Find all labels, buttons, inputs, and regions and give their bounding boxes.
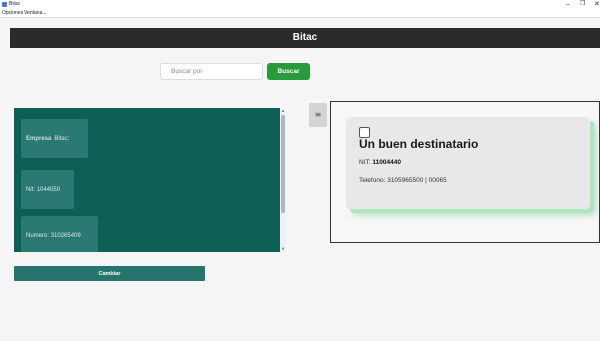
nit-value: 1044050 xyxy=(36,186,61,193)
numero-value: 310265409 xyxy=(50,232,81,239)
company-panel: Empresa Bitac: Nit: 1044050 Numero: 3102… xyxy=(14,108,280,252)
empresa-field[interactable]: Empresa Bitac: xyxy=(21,119,88,158)
nit-label: Nit xyxy=(26,186,34,193)
app-header: Bitac xyxy=(10,28,600,48)
empresa-label: Empresa xyxy=(26,135,52,142)
menu-opciones[interactable]: Opciones xyxy=(2,10,23,16)
menu-ventana[interactable]: Ventana... xyxy=(24,10,47,16)
nit-field[interactable]: Nit: 1044050 xyxy=(21,170,74,209)
recipient-nit: NIT: 11004440 xyxy=(359,159,401,166)
maximize-icon[interactable]: ❐ xyxy=(580,0,585,9)
recipient-phone-value: 3105965500 | 00065 xyxy=(387,177,447,184)
scroll-up-icon[interactable]: ▲ xyxy=(280,108,286,114)
recipient-title: Un buen destinatario xyxy=(359,137,479,151)
change-button[interactable]: Cambiar xyxy=(14,266,205,281)
menu-toggle-icon[interactable]: ≡ xyxy=(309,103,327,127)
title-bar: Bitac – ❐ ✕ xyxy=(0,0,600,9)
scroll-down-icon[interactable]: ▼ xyxy=(280,246,286,252)
search-input[interactable] xyxy=(160,63,263,80)
numero-label: Numero xyxy=(26,232,48,239)
window-title: Bitac xyxy=(9,1,21,7)
recipient-nit-value: 11004440 xyxy=(372,159,401,166)
minimize-icon[interactable]: – xyxy=(566,0,570,9)
numero-field[interactable]: Numero: 310265409 xyxy=(21,216,98,252)
app-icon xyxy=(2,2,7,7)
empresa-value: Bitac xyxy=(54,135,68,142)
search-button[interactable]: Buscar xyxy=(267,63,310,80)
scroll-thumb[interactable] xyxy=(281,115,285,213)
menu-bar: Opciones Ventana... xyxy=(0,9,600,18)
recipient-phone-label: Telefono: xyxy=(359,177,386,184)
recipient-card[interactable]: Un buen destinatario NIT: 11004440 Telef… xyxy=(346,117,590,209)
panel-scrollbar[interactable]: ▲ ▼ xyxy=(280,108,286,252)
recipient-phone: Telefono: 3105965500 | 00065 xyxy=(359,177,447,184)
page-title: Bitac xyxy=(292,32,318,43)
recipient-nit-label: NIT: xyxy=(359,159,371,166)
close-icon[interactable]: ✕ xyxy=(594,0,600,9)
